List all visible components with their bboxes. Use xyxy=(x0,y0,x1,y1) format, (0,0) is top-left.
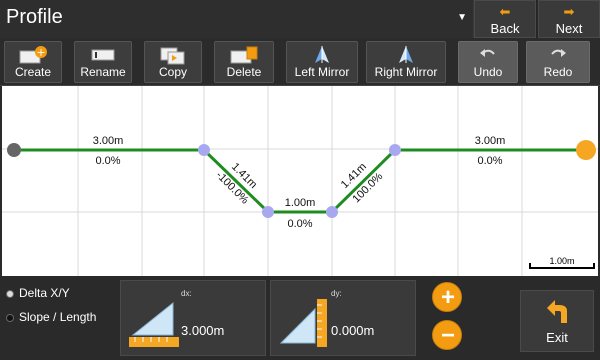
start-point[interactable] xyxy=(7,143,21,157)
end-point[interactable] xyxy=(576,140,596,160)
ruler-horizontal-icon xyxy=(129,301,179,347)
redo-button[interactable]: Redo xyxy=(526,41,590,83)
profile-selector[interactable]: Profile ▼ xyxy=(0,0,474,38)
segment-1-slope: 0.0% xyxy=(95,155,120,167)
dx-caption: dx: xyxy=(181,289,192,298)
delete-button[interactable]: Delete xyxy=(214,41,274,83)
left-mirror-icon xyxy=(315,46,329,63)
dropdown-caret-icon: ▼ xyxy=(457,12,467,23)
segment-1-length: 3.00m xyxy=(93,135,124,147)
copy-label: Copy xyxy=(158,65,187,79)
delete-icon xyxy=(230,46,258,64)
left-mirror-label: Left Mirror xyxy=(294,65,350,79)
page-title: Profile xyxy=(6,6,63,28)
copy-button[interactable]: Copy xyxy=(144,41,202,83)
vertex-point[interactable] xyxy=(389,144,401,156)
segment-5-length: 3.00m xyxy=(475,135,506,147)
copy-icon xyxy=(160,47,185,65)
mode-delta-xy-label: Delta X/Y xyxy=(19,286,70,300)
segment-3-slope: 0.0% xyxy=(287,218,312,230)
redo-label: Redo xyxy=(543,65,573,79)
segment-5-slope: 0.0% xyxy=(477,155,502,167)
rename-icon xyxy=(91,49,115,61)
right-mirror-icon xyxy=(399,46,413,63)
next-button[interactable]: ➡ Next xyxy=(538,0,600,38)
exit-label: Exit xyxy=(546,330,568,345)
delete-label: Delete xyxy=(226,65,262,79)
rename-button[interactable]: Rename xyxy=(74,41,132,83)
exit-arrow-icon xyxy=(547,300,567,323)
minus-icon: − xyxy=(440,322,455,349)
undo-icon xyxy=(480,49,495,57)
vertex-point[interactable] xyxy=(326,206,338,218)
radio-selected-icon xyxy=(6,289,14,298)
redo-icon xyxy=(551,49,566,57)
right-mirror-button[interactable]: Right Mirror xyxy=(366,41,446,83)
grid xyxy=(2,86,598,276)
back-button[interactable]: ⬅ Back xyxy=(474,0,536,38)
bottom-panel: Delta X/Y Slope / Length dx: 3.000m dy: xyxy=(0,276,600,360)
svg-text:+: + xyxy=(36,46,45,59)
plus-icon: + xyxy=(440,284,455,311)
mode-slope-length[interactable]: Slope / Length xyxy=(6,310,96,324)
mode-slope-length-label: Slope / Length xyxy=(19,310,97,324)
segment-3-length: 1.00m xyxy=(285,197,316,209)
mode-delta-xy[interactable]: Delta X/Y xyxy=(6,286,70,300)
right-mirror-label: Right Mirror xyxy=(374,65,438,79)
left-mirror-button[interactable]: Left Mirror xyxy=(286,41,358,83)
dx-value: 3.000m xyxy=(181,323,225,338)
exit-button[interactable]: Exit xyxy=(520,290,594,352)
next-label: Next xyxy=(555,21,583,36)
increase-button[interactable]: + xyxy=(432,282,462,312)
undo-label: Undo xyxy=(473,65,503,79)
dy-field[interactable]: dy: 0.000m xyxy=(270,280,416,356)
ruler-vertical-icon xyxy=(279,299,327,347)
dy-caption: dy: xyxy=(331,289,342,298)
vertex-point[interactable] xyxy=(262,206,274,218)
create-button[interactable]: + Create xyxy=(4,41,62,83)
vertex-point[interactable] xyxy=(198,144,210,156)
scale-label: 1.00m xyxy=(549,256,574,266)
arrow-left-icon: ⬅ xyxy=(499,4,511,19)
create-label: Create xyxy=(14,65,52,79)
toolbar: + Create Rename Copy Delete Left Mirror xyxy=(0,38,600,86)
dy-value: 0.000m xyxy=(331,323,375,338)
create-icon: + xyxy=(19,46,47,64)
back-label: Back xyxy=(490,21,520,36)
radio-unselected-icon xyxy=(6,313,14,322)
profile-drawing: 3.00m 0.0% 1.41m -100.0% 1.00m 0.0% 1.41… xyxy=(2,86,598,276)
profile-canvas[interactable]: 3.00m 0.0% 1.41m -100.0% 1.00m 0.0% 1.41… xyxy=(2,86,598,276)
scale-bar: 1.00m xyxy=(529,256,595,269)
rename-label: Rename xyxy=(80,65,126,79)
undo-button[interactable]: Undo xyxy=(458,41,518,83)
decrease-button[interactable]: − xyxy=(432,320,462,350)
top-bar: Profile ▼ ⬅ Back ➡ Next xyxy=(0,0,600,38)
arrow-right-icon: ➡ xyxy=(563,4,575,19)
dx-field[interactable]: dx: 3.000m xyxy=(120,280,266,356)
